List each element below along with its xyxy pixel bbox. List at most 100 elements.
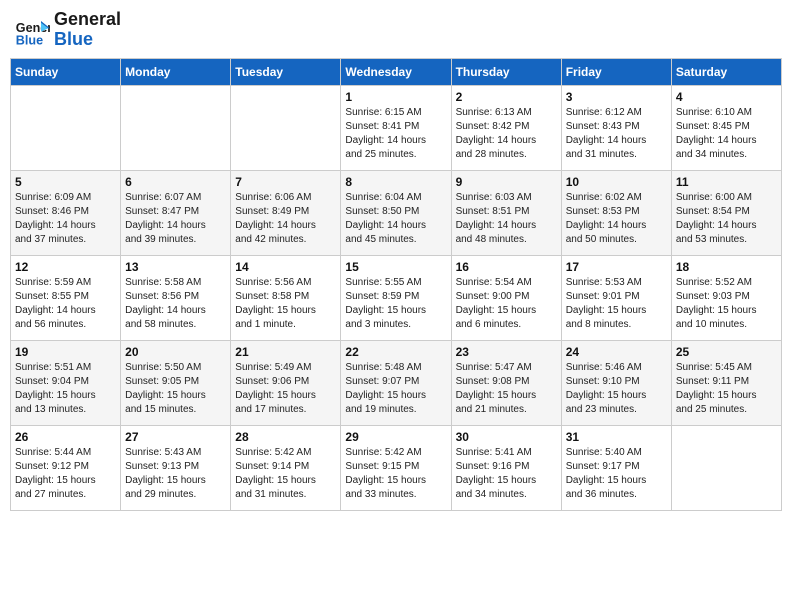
day-number: 18 bbox=[676, 260, 777, 274]
day-info: Sunrise: 5:50 AM Sunset: 9:05 PM Dayligh… bbox=[125, 361, 226, 417]
calendar-week-row: 1 Sunrise: 6:15 AM Sunset: 8:41 PM Daylig… bbox=[11, 85, 782, 170]
day-number: 25 bbox=[676, 345, 777, 359]
calendar-day-cell: 19 Sunrise: 5:51 AM Sunset: 9:04 PM Dayli… bbox=[11, 340, 121, 425]
day-number: 23 bbox=[456, 345, 557, 359]
day-info: Sunrise: 5:59 AM Sunset: 8:55 PM Dayligh… bbox=[15, 276, 116, 332]
calendar-day-cell: 14 Sunrise: 5:56 AM Sunset: 8:58 PM Dayli… bbox=[231, 255, 341, 340]
calendar-day-cell: 10 Sunrise: 6:02 AM Sunset: 8:53 PM Dayli… bbox=[561, 170, 671, 255]
day-info: Sunrise: 5:53 AM Sunset: 9:01 PM Dayligh… bbox=[566, 276, 667, 332]
calendar-day-cell: 17Sunrise: 5:53 AM Sunset: 9:01 PM Dayli… bbox=[561, 255, 671, 340]
calendar-day-cell: 3 Sunrise: 6:12 AM Sunset: 8:43 PM Daylig… bbox=[561, 85, 671, 170]
calendar-table: SundayMondayTuesdayWednesdayThursdayFrid… bbox=[10, 58, 782, 511]
calendar-week-row: 12 Sunrise: 5:59 AM Sunset: 8:55 PM Dayli… bbox=[11, 255, 782, 340]
weekday-header-wednesday: Wednesday bbox=[341, 58, 451, 85]
calendar-day-cell: 22Sunrise: 5:48 AM Sunset: 9:07 PM Dayli… bbox=[341, 340, 451, 425]
day-number: 15 bbox=[345, 260, 446, 274]
day-number: 29 bbox=[345, 430, 446, 444]
calendar-day-cell: 13Sunrise: 5:58 AM Sunset: 8:56 PM Dayli… bbox=[121, 255, 231, 340]
day-number: 28 bbox=[235, 430, 336, 444]
day-info: Sunrise: 5:42 AM Sunset: 9:14 PM Dayligh… bbox=[235, 446, 336, 502]
calendar-day-cell: 27 Sunrise: 5:43 AM Sunset: 9:13 PM Dayli… bbox=[121, 425, 231, 510]
day-number: 11 bbox=[676, 175, 777, 189]
calendar-day-cell: 9Sunrise: 6:03 AM Sunset: 8:51 PM Daylig… bbox=[451, 170, 561, 255]
day-info: Sunrise: 5:47 AM Sunset: 9:08 PM Dayligh… bbox=[456, 361, 557, 417]
day-info: Sunrise: 5:42 AM Sunset: 9:15 PM Dayligh… bbox=[345, 446, 446, 502]
day-number: 16 bbox=[456, 260, 557, 274]
calendar-day-cell: 20 Sunrise: 5:50 AM Sunset: 9:05 PM Dayli… bbox=[121, 340, 231, 425]
logo-text-blue: Blue bbox=[54, 30, 121, 50]
day-info: Sunrise: 5:48 AM Sunset: 9:07 PM Dayligh… bbox=[345, 361, 446, 417]
day-number: 27 bbox=[125, 430, 226, 444]
svg-text:Blue: Blue bbox=[16, 33, 43, 47]
calendar-day-cell: 7 Sunrise: 6:06 AM Sunset: 8:49 PM Daylig… bbox=[231, 170, 341, 255]
page-header: General Blue General Blue bbox=[10, 10, 782, 50]
day-number: 14 bbox=[235, 260, 336, 274]
empty-calendar-cell bbox=[231, 85, 341, 170]
calendar-day-cell: 28 Sunrise: 5:42 AM Sunset: 9:14 PM Dayli… bbox=[231, 425, 341, 510]
calendar-week-row: 5Sunrise: 6:09 AM Sunset: 8:46 PM Daylig… bbox=[11, 170, 782, 255]
weekday-header-sunday: Sunday bbox=[11, 58, 121, 85]
day-info: Sunrise: 5:54 AM Sunset: 9:00 PM Dayligh… bbox=[456, 276, 557, 332]
day-info: Sunrise: 5:41 AM Sunset: 9:16 PM Dayligh… bbox=[456, 446, 557, 502]
calendar-header-row: SundayMondayTuesdayWednesdayThursdayFrid… bbox=[11, 58, 782, 85]
day-number: 21 bbox=[235, 345, 336, 359]
logo: General Blue General Blue bbox=[14, 10, 121, 50]
day-info: Sunrise: 6:15 AM Sunset: 8:41 PM Dayligh… bbox=[345, 106, 446, 162]
day-info: Sunrise: 5:43 AM Sunset: 9:13 PM Dayligh… bbox=[125, 446, 226, 502]
weekday-header-saturday: Saturday bbox=[671, 58, 781, 85]
day-number: 20 bbox=[125, 345, 226, 359]
calendar-day-cell: 8 Sunrise: 6:04 AM Sunset: 8:50 PM Daylig… bbox=[341, 170, 451, 255]
calendar-week-row: 19 Sunrise: 5:51 AM Sunset: 9:04 PM Dayli… bbox=[11, 340, 782, 425]
day-info: Sunrise: 5:55 AM Sunset: 8:59 PM Dayligh… bbox=[345, 276, 446, 332]
calendar-day-cell: 15 Sunrise: 5:55 AM Sunset: 8:59 PM Dayli… bbox=[341, 255, 451, 340]
day-number: 26 bbox=[15, 430, 116, 444]
calendar-day-cell: 12 Sunrise: 5:59 AM Sunset: 8:55 PM Dayli… bbox=[11, 255, 121, 340]
calendar-day-cell: 31Sunrise: 5:40 AM Sunset: 9:17 PM Dayli… bbox=[561, 425, 671, 510]
calendar-day-cell: 16 Sunrise: 5:54 AM Sunset: 9:00 PM Dayli… bbox=[451, 255, 561, 340]
weekday-header-tuesday: Tuesday bbox=[231, 58, 341, 85]
day-info: Sunrise: 6:04 AM Sunset: 8:50 PM Dayligh… bbox=[345, 191, 446, 247]
day-number: 6 bbox=[125, 175, 226, 189]
day-number: 2 bbox=[456, 90, 557, 104]
day-number: 13 bbox=[125, 260, 226, 274]
calendar-day-cell: 5Sunrise: 6:09 AM Sunset: 8:46 PM Daylig… bbox=[11, 170, 121, 255]
day-number: 4 bbox=[676, 90, 777, 104]
day-number: 24 bbox=[566, 345, 667, 359]
day-number: 8 bbox=[345, 175, 446, 189]
day-info: Sunrise: 6:00 AM Sunset: 8:54 PM Dayligh… bbox=[676, 191, 777, 247]
calendar-day-cell: 1 Sunrise: 6:15 AM Sunset: 8:41 PM Daylig… bbox=[341, 85, 451, 170]
day-info: Sunrise: 5:51 AM Sunset: 9:04 PM Dayligh… bbox=[15, 361, 116, 417]
calendar-day-cell: 24 Sunrise: 5:46 AM Sunset: 9:10 PM Dayli… bbox=[561, 340, 671, 425]
calendar-day-cell: 4Sunrise: 6:10 AM Sunset: 8:45 PM Daylig… bbox=[671, 85, 781, 170]
logo-blue-word: Blue bbox=[54, 29, 93, 49]
day-info: Sunrise: 6:12 AM Sunset: 8:43 PM Dayligh… bbox=[566, 106, 667, 162]
day-number: 7 bbox=[235, 175, 336, 189]
day-info: Sunrise: 5:46 AM Sunset: 9:10 PM Dayligh… bbox=[566, 361, 667, 417]
day-info: Sunrise: 5:44 AM Sunset: 9:12 PM Dayligh… bbox=[15, 446, 116, 502]
calendar-day-cell: 21Sunrise: 5:49 AM Sunset: 9:06 PM Dayli… bbox=[231, 340, 341, 425]
day-number: 3 bbox=[566, 90, 667, 104]
day-number: 9 bbox=[456, 175, 557, 189]
weekday-header-friday: Friday bbox=[561, 58, 671, 85]
empty-calendar-cell bbox=[11, 85, 121, 170]
calendar-week-row: 26 Sunrise: 5:44 AM Sunset: 9:12 PM Dayli… bbox=[11, 425, 782, 510]
day-info: Sunrise: 6:02 AM Sunset: 8:53 PM Dayligh… bbox=[566, 191, 667, 247]
day-number: 31 bbox=[566, 430, 667, 444]
day-number: 12 bbox=[15, 260, 116, 274]
empty-calendar-cell bbox=[121, 85, 231, 170]
calendar-day-cell: 18Sunrise: 5:52 AM Sunset: 9:03 PM Dayli… bbox=[671, 255, 781, 340]
day-number: 5 bbox=[15, 175, 116, 189]
calendar-day-cell: 29 Sunrise: 5:42 AM Sunset: 9:15 PM Dayli… bbox=[341, 425, 451, 510]
calendar-day-cell: 6Sunrise: 6:07 AM Sunset: 8:47 PM Daylig… bbox=[121, 170, 231, 255]
day-info: Sunrise: 5:56 AM Sunset: 8:58 PM Dayligh… bbox=[235, 276, 336, 332]
day-number: 30 bbox=[456, 430, 557, 444]
calendar-day-cell: 23 Sunrise: 5:47 AM Sunset: 9:08 PM Dayli… bbox=[451, 340, 561, 425]
day-number: 10 bbox=[566, 175, 667, 189]
day-info: Sunrise: 6:06 AM Sunset: 8:49 PM Dayligh… bbox=[235, 191, 336, 247]
calendar-day-cell: 30 Sunrise: 5:41 AM Sunset: 9:16 PM Dayli… bbox=[451, 425, 561, 510]
day-number: 1 bbox=[345, 90, 446, 104]
empty-calendar-cell bbox=[671, 425, 781, 510]
logo-icon: General Blue bbox=[14, 12, 50, 48]
day-number: 19 bbox=[15, 345, 116, 359]
calendar-day-cell: 26 Sunrise: 5:44 AM Sunset: 9:12 PM Dayli… bbox=[11, 425, 121, 510]
